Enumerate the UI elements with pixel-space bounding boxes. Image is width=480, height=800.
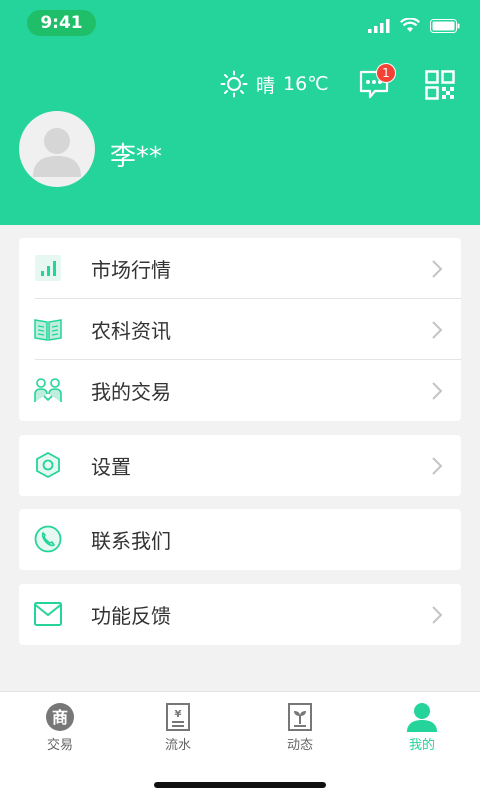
- svg-text:商: 商: [52, 708, 68, 727]
- user-icon: [407, 703, 437, 732]
- tab-mine[interactable]: 我的: [362, 702, 480, 753]
- qr-code-icon[interactable]: [425, 70, 455, 100]
- tab-label: 流水: [164, 738, 191, 753]
- avatar[interactable]: [19, 111, 95, 187]
- sun-icon: [220, 70, 248, 98]
- signal-icon: [368, 18, 390, 33]
- bar-chart-icon: [35, 255, 61, 281]
- chevron-right-icon: [432, 321, 443, 339]
- menu-item-contact-us[interactable]: 联系我们: [19, 509, 461, 570]
- weather-temp: 16℃: [283, 73, 329, 95]
- menu-item-feedback[interactable]: 功能反馈: [19, 584, 461, 645]
- tab-label: 动态: [286, 738, 313, 753]
- status-time: 9:41: [27, 10, 96, 36]
- open-book-icon: [34, 319, 62, 341]
- gear-icon: [36, 452, 60, 478]
- menu-item-agri-news[interactable]: 农科资讯: [19, 299, 461, 360]
- tab-feed[interactable]: 动态: [240, 702, 360, 753]
- mail-icon: [34, 602, 62, 626]
- menu-item-label: 市场行情: [91, 258, 171, 282]
- sprout-icon: [288, 703, 312, 731]
- menu-card-settings: 设置: [19, 435, 461, 496]
- status-icons: [368, 18, 460, 33]
- phone-icon: [34, 525, 62, 553]
- menu-item-label: 农科资讯: [91, 319, 171, 343]
- ledger-icon: ¥: [166, 703, 190, 731]
- chevron-right-icon: [432, 457, 443, 475]
- tab-ledger[interactable]: ¥ 流水: [118, 702, 238, 753]
- status-bar: 9:41: [0, 0, 480, 46]
- weather-widget: 晴 16℃: [220, 70, 329, 98]
- tab-trade[interactable]: 商 交易: [0, 702, 120, 753]
- menu-item-settings[interactable]: 设置: [19, 435, 461, 496]
- chevron-right-icon: [432, 606, 443, 624]
- username: 李**: [110, 142, 163, 172]
- svg-text:¥: ¥: [175, 709, 182, 720]
- chevron-right-icon: [432, 260, 443, 278]
- menu-item-label: 我的交易: [91, 380, 171, 404]
- tab-label: 我的: [408, 738, 435, 753]
- menu-item-my-trades[interactable]: 我的交易: [19, 360, 461, 421]
- menu-item-market[interactable]: 市场行情: [19, 238, 461, 299]
- tab-label: 交易: [46, 738, 73, 753]
- profile-header: 9:41 晴 16℃ 1 李**: [0, 0, 480, 225]
- menu-card-contact: 联系我们: [19, 509, 461, 570]
- wifi-icon: [400, 18, 420, 32]
- menu-item-label: 设置: [91, 455, 131, 479]
- menu-item-label: 联系我们: [91, 529, 171, 553]
- home-indicator: [154, 782, 326, 788]
- chevron-right-icon: [432, 382, 443, 400]
- menu-item-label: 功能反馈: [91, 604, 171, 628]
- battery-icon: [430, 18, 460, 33]
- default-avatar-icon: [33, 128, 81, 177]
- menu-card-main: 市场行情 农科资讯 我的交易: [19, 238, 461, 421]
- shop-icon: 商: [46, 703, 74, 731]
- people-icon: [34, 378, 62, 402]
- message-badge: 1: [376, 63, 396, 83]
- weather-condition: 晴: [256, 74, 276, 97]
- menu-card-feedback: 功能反馈: [19, 584, 461, 645]
